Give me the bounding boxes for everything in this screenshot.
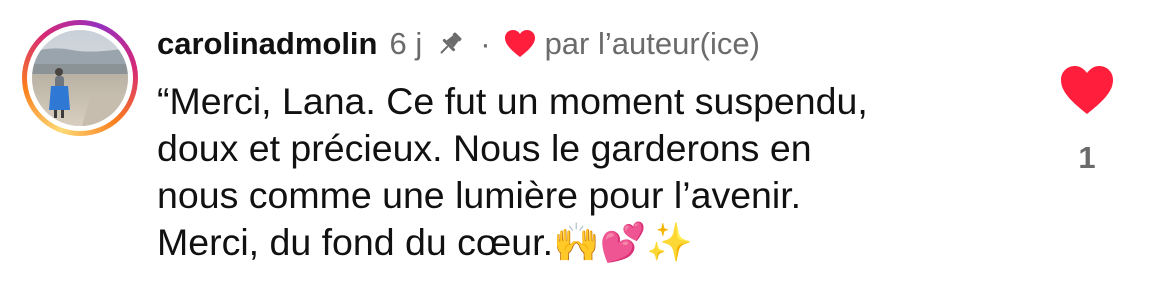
comment-text-line: Merci, du fond du cœur.🙌💕✨ (157, 221, 694, 263)
avatar-photo (32, 30, 128, 126)
comment-text-line: nous comme une lumière pour l’avenir. (157, 174, 802, 216)
comment-text: “Merci, Lana. Ce fut un moment suspendu,… (157, 78, 1037, 266)
avatar-ring-gap (27, 25, 133, 131)
username-link[interactable]: carolinadmolin (157, 26, 377, 62)
timestamp: 6 j (389, 26, 423, 61)
comment-text-line: “Merci, Lana. Ce fut un moment suspendu, (157, 80, 868, 122)
avatar[interactable] (32, 30, 128, 126)
like-count[interactable]: 1 (1058, 140, 1116, 176)
liked-by-author-label: par l’auteur(ice) (544, 26, 760, 61)
heart-icon (503, 28, 537, 60)
pin-icon (434, 28, 466, 60)
comment-item: carolinadmolin 6 j · par l’auteur(ice) “… (0, 0, 1170, 295)
separator-dot: · (480, 26, 491, 61)
like-button[interactable] (1058, 63, 1116, 117)
comment-header: carolinadmolin 6 j · par l’auteur(ice) (157, 22, 760, 66)
avatar-story-ring[interactable] (22, 20, 138, 136)
heart-icon (1061, 66, 1113, 114)
comment-text-line: doux et précieux. Nous le garderons en (157, 127, 812, 169)
